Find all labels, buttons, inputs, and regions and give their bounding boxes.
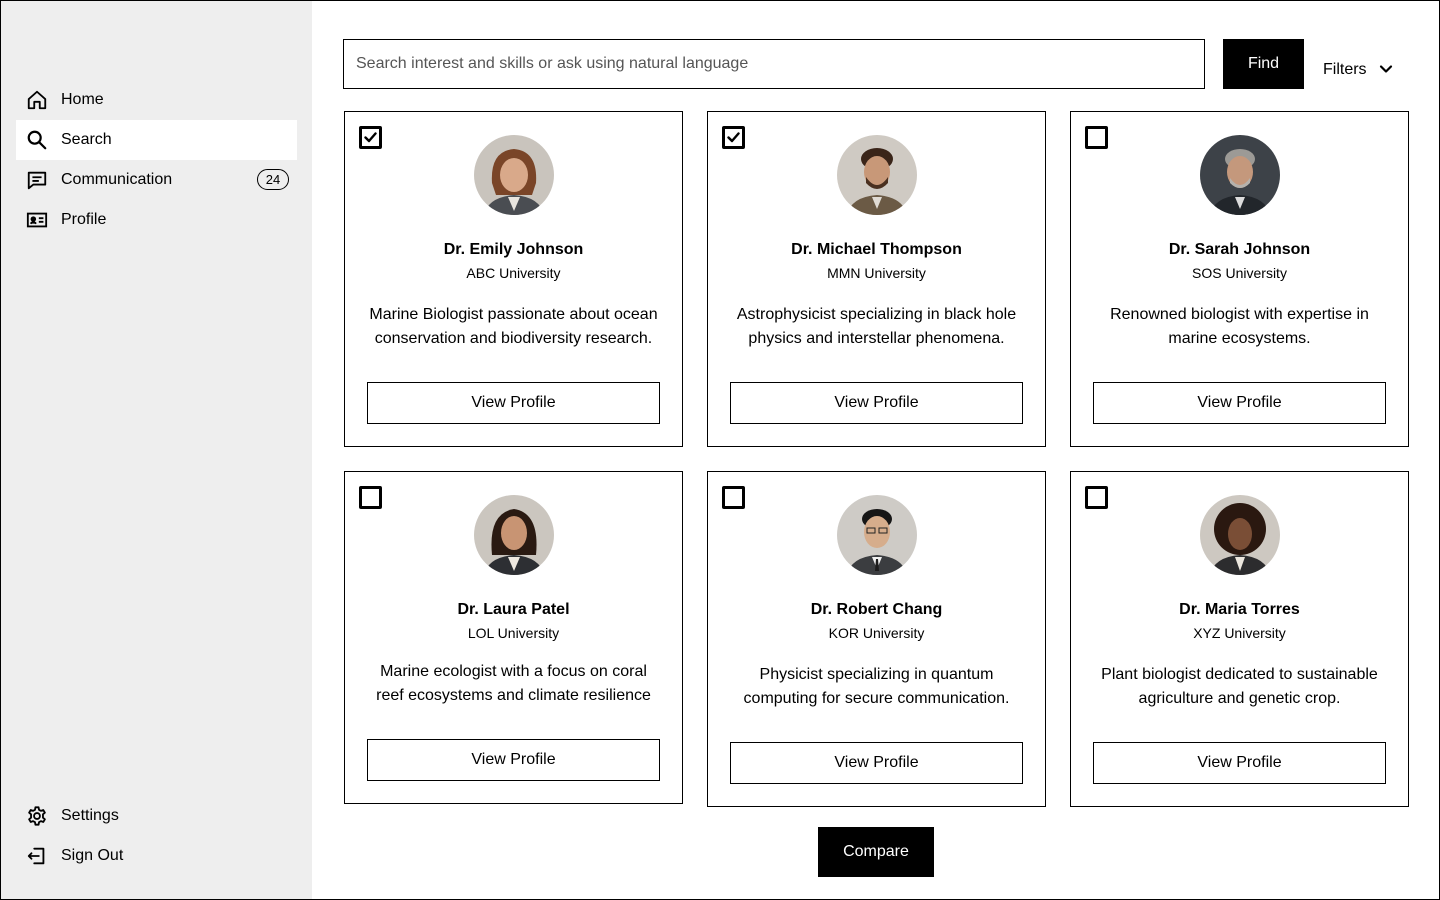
sidebar-bottom-nav: Settings Sign Out [16,796,297,876]
researcher-card: Dr. Maria Torres XYZ University Plant bi… [1070,471,1409,807]
researcher-card: Dr. Michael Thompson MMN University Astr… [707,111,1046,447]
chat-icon [26,169,48,191]
avatar [1200,495,1280,575]
filters-dropdown[interactable]: Filters [1323,61,1393,79]
sidebar-item-label: Search [61,131,112,148]
researcher-card: Dr. Laura Patel LOL University Marine ec… [344,471,683,804]
researcher-name: Dr. Michael Thompson [791,241,962,258]
researcher-university: XYZ University [1193,625,1286,641]
select-checkbox[interactable] [1085,126,1108,149]
filters-label: Filters [1323,61,1367,78]
sidebar-item-label: Communication [61,171,173,188]
gear-icon [26,805,48,827]
researcher-name: Dr. Maria Torres [1179,601,1300,618]
chevron-down-icon [1367,61,1393,79]
researcher-bio: Marine ecologist with a focus on coral r… [376,663,651,704]
view-profile-button[interactable]: View Profile [730,742,1023,784]
researcher-bio: Physicist specializing in quantum comput… [743,666,1010,707]
sidebar-item-home[interactable]: Home [16,80,297,120]
researcher-card: Dr. Emily Johnson ABC University Marine … [344,111,683,447]
sign-out-icon [26,845,48,867]
sidebar-item-settings[interactable]: Settings [16,796,297,836]
researcher-name: Dr. Robert Chang [810,601,943,618]
view-profile-button[interactable]: View Profile [1093,382,1386,424]
view-profile-button[interactable]: View Profile [730,382,1023,424]
sidebar-item-communication[interactable]: Communication 24 [16,160,297,200]
select-checkbox[interactable] [722,126,745,149]
sidebar-nav: Home Search Communication 24 Profile [16,80,297,240]
researcher-bio: Renowned biologist with expertise in mar… [1110,306,1369,347]
unread-count-badge: 24 [257,169,289,190]
view-profile-button[interactable]: View Profile [367,382,660,424]
researcher-name: Dr. Laura Patel [457,601,570,618]
select-checkbox[interactable] [722,486,745,509]
view-profile-button[interactable]: View Profile [1093,742,1386,784]
sidebar: Home Search Communication 24 Profile Set… [1,1,312,899]
search-input[interactable] [343,39,1205,89]
avatar [1200,135,1280,215]
avatar [837,495,917,575]
researcher-card: Dr. Robert Chang KOR University Physicis… [707,471,1046,807]
search-icon [26,129,48,151]
researcher-university: ABC University [466,265,561,281]
home-icon [26,89,48,111]
researcher-university: MMN University [827,265,926,281]
sidebar-item-label: Sign Out [61,847,124,864]
sidebar-item-label: Settings [61,807,119,824]
avatar [474,495,554,575]
sidebar-item-search[interactable]: Search [16,120,297,160]
select-checkbox[interactable] [359,126,382,149]
sidebar-item-label: Profile [61,211,107,228]
researcher-bio: Astrophysicist specializing in black hol… [736,306,1017,347]
avatar [474,135,554,215]
id-card-icon [26,209,48,231]
sidebar-item-sign-out[interactable]: Sign Out [16,836,297,876]
view-profile-button[interactable]: View Profile [367,739,660,781]
compare-button[interactable]: Compare [818,827,934,877]
researcher-university: KOR University [828,625,925,641]
researcher-bio: Plant biologist dedicated to sustainable… [1101,666,1378,707]
researcher-name: Dr. Emily Johnson [443,241,584,258]
researcher-university: LOL University [467,625,560,641]
researcher-bio: Marine Biologist passionate about ocean … [369,306,658,347]
find-button[interactable]: Find [1223,39,1304,89]
select-checkbox[interactable] [1085,486,1108,509]
researcher-university: SOS University [1192,265,1287,281]
avatar [837,135,917,215]
researcher-card: Dr. Sarah Johnson SOS University Renowne… [1070,111,1409,447]
researcher-name: Dr. Sarah Johnson [1168,241,1311,258]
sidebar-item-profile[interactable]: Profile [16,200,297,240]
select-checkbox[interactable] [359,486,382,509]
sidebar-item-label: Home [61,91,104,108]
